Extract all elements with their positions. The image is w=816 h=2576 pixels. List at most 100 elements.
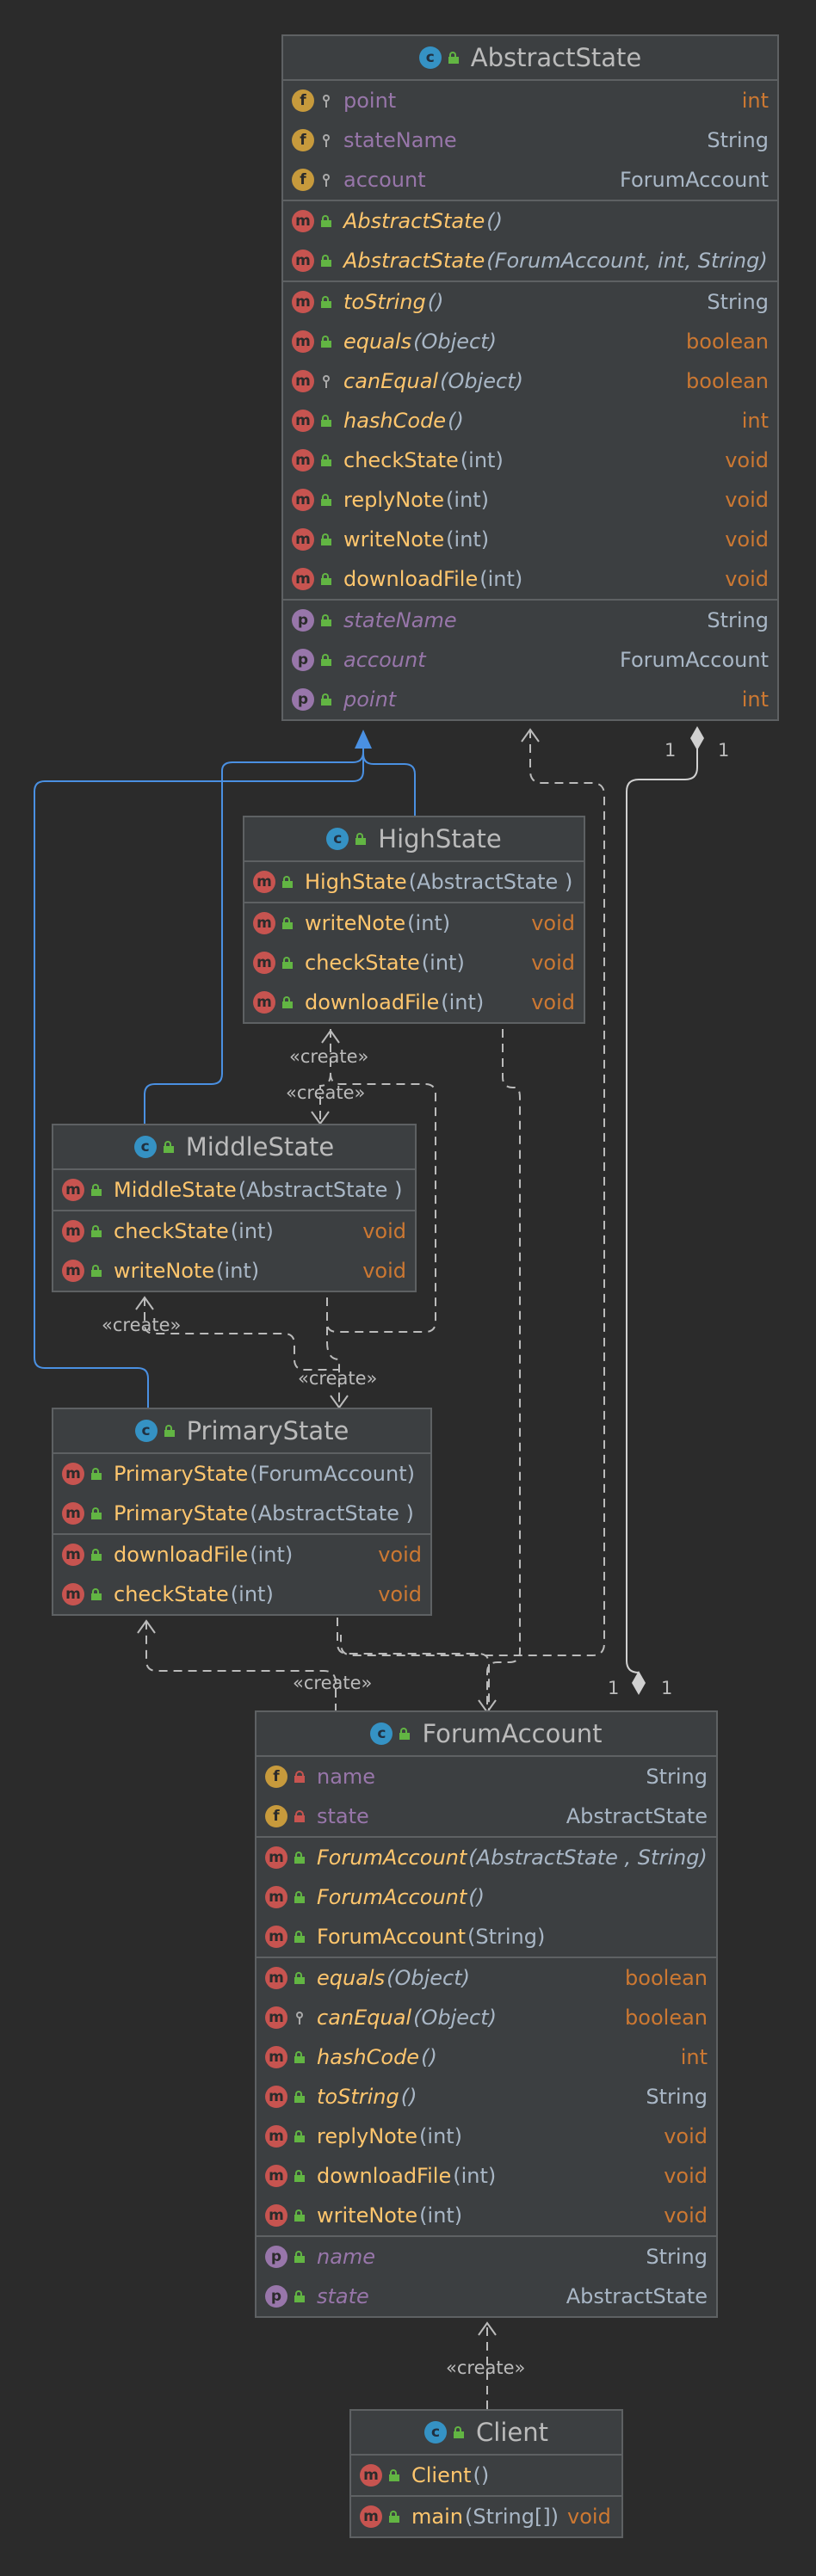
fields-section: f name String f state AbstractState xyxy=(257,1757,716,1838)
field-row[interactable]: f account ForumAccount xyxy=(283,160,777,200)
constructor-row[interactable]: m AbstractState (ForumAccount, int, String… xyxy=(283,241,777,280)
property-name: point xyxy=(343,687,397,712)
constructor-name: ForumAccount xyxy=(317,1846,467,1870)
property-row[interactable]: p name String xyxy=(257,2237,716,2277)
method-return-type: void xyxy=(531,990,575,1014)
method-row[interactable]: m checkState (int) void xyxy=(283,441,777,480)
property-row[interactable]: p point int xyxy=(283,680,777,719)
method-row[interactable]: m equals (Object) boolean xyxy=(257,1958,716,1998)
method-icon: m xyxy=(265,2086,287,2108)
public-lock-icon xyxy=(294,1931,305,1943)
class-header: c AbstractState xyxy=(283,36,777,81)
property-row[interactable]: p state AbstractState xyxy=(257,2277,716,2316)
method-row[interactable]: m writeNote (int) void xyxy=(257,2196,716,2235)
method-icon: m xyxy=(292,528,314,551)
class-box-abstractstate[interactable]: c AbstractState f point int f stateName Stri… xyxy=(281,34,779,721)
method-row[interactable]: m replyNote (int) void xyxy=(257,2117,716,2156)
field-type: String xyxy=(707,128,769,152)
method-row[interactable]: m hashCode() int xyxy=(257,2037,716,2077)
field-icon: f xyxy=(265,1805,287,1827)
public-lock-icon xyxy=(448,52,459,64)
field-row[interactable]: f state AbstractState xyxy=(257,1796,716,1836)
method-args: (int) xyxy=(419,2124,463,2148)
method-icon: m xyxy=(292,489,314,511)
public-lock-icon xyxy=(163,1141,174,1153)
methods-section: m checkState (int) void m writeNote (int) void xyxy=(53,1211,415,1291)
public-lock-icon xyxy=(91,1468,102,1480)
method-args: (int) xyxy=(421,951,465,975)
field-row[interactable]: f point int xyxy=(283,81,777,120)
create-label: «create» xyxy=(293,1673,373,1693)
method-args: (int) xyxy=(453,2164,497,2188)
method-icon: m xyxy=(62,1463,84,1485)
method-row[interactable]: m canEqual (Object) boolean xyxy=(283,361,777,401)
method-row[interactable]: m writeNote (int) void xyxy=(244,903,584,943)
method-icon: m xyxy=(292,410,314,432)
public-lock-icon xyxy=(282,996,293,1008)
public-lock-icon xyxy=(282,876,293,888)
constructor-row[interactable]: m ForumAccount (String) xyxy=(257,1917,716,1957)
public-lock-icon xyxy=(355,833,367,845)
method-row[interactable]: m writeNote (int) void xyxy=(283,520,777,559)
dependency-primarystate-forumaccount xyxy=(337,1618,490,1712)
constructor-row[interactable]: m PrimaryState (AbstractState ) xyxy=(53,1494,430,1533)
method-row[interactable]: m replyNote (int) void xyxy=(283,480,777,520)
method-row[interactable]: m downloadFile (int) void xyxy=(283,559,777,599)
method-row[interactable]: m writeNote (int) void xyxy=(53,1251,415,1291)
method-row[interactable]: m checkState (int) void xyxy=(244,943,584,983)
constructor-args: (ForumAccount, int, String) xyxy=(486,249,768,273)
inheritance-edge-highstate xyxy=(362,733,416,816)
public-lock-icon xyxy=(282,957,293,969)
constructor-row[interactable]: m AbstractState() xyxy=(283,201,777,241)
method-return-type: boolean xyxy=(625,2006,708,2030)
constructor-row[interactable]: m Client() xyxy=(351,2456,621,2495)
public-lock-icon xyxy=(321,454,331,466)
class-box-primarystate[interactable]: c PrimaryState m PrimaryState (ForumAccoun… xyxy=(52,1408,432,1616)
abstract-class-icon: c xyxy=(418,46,442,69)
public-lock-icon xyxy=(399,1728,411,1740)
class-box-highstate[interactable]: c HighState m HighState (AbstractState ) m… xyxy=(243,816,585,1024)
method-row[interactable]: m downloadFile (int) void xyxy=(244,983,584,1022)
property-icon: p xyxy=(265,2246,287,2268)
constructor-row[interactable]: m ForumAccount (AbstractState , String) xyxy=(257,1838,716,1877)
constructor-row[interactable]: m ForumAccount() xyxy=(257,1877,716,1917)
property-row[interactable]: p stateName String xyxy=(283,601,777,640)
method-return-type: int xyxy=(741,409,769,433)
method-args: (int) xyxy=(250,1543,294,1567)
constructor-row[interactable]: m HighState (AbstractState ) xyxy=(244,862,584,902)
composition-edge xyxy=(626,745,698,1673)
constructor-args: () xyxy=(473,2463,490,2487)
method-return-type: void xyxy=(362,1219,406,1243)
method-row[interactable]: m equals (Object) boolean xyxy=(283,322,777,361)
method-args: () xyxy=(427,290,444,314)
method-name: writeNote xyxy=(343,527,445,552)
constructor-row[interactable]: m MiddleState (AbstractState ) xyxy=(53,1170,415,1210)
method-args: () xyxy=(421,2045,437,2069)
method-row[interactable]: m checkState (int) void xyxy=(53,1211,415,1251)
class-header: c HighState xyxy=(244,817,584,862)
field-row[interactable]: f stateName String xyxy=(283,120,777,160)
method-row[interactable]: m main (String[]) void xyxy=(351,2497,621,2536)
method-row[interactable]: m canEqual (Object) boolean xyxy=(257,1998,716,2037)
public-lock-icon xyxy=(321,693,331,706)
method-args: () xyxy=(400,2085,417,2109)
property-row[interactable]: p account ForumAccount xyxy=(283,640,777,680)
method-row[interactable]: m toString() String xyxy=(283,282,777,322)
class-box-client[interactable]: c Client m Client() m main (String[]) void xyxy=(349,2409,623,2538)
class-box-forumaccount[interactable]: c ForumAccount f name String f state Abstrac… xyxy=(255,1710,718,2318)
method-args: (Object) xyxy=(413,2006,497,2030)
method-args: (int) xyxy=(441,990,485,1014)
composition-diamond-top xyxy=(690,726,704,750)
method-row[interactable]: m downloadFile (int) void xyxy=(53,1535,430,1575)
method-icon: m xyxy=(62,1220,84,1242)
method-row[interactable]: m checkState (int) void xyxy=(53,1575,430,1614)
constructor-row[interactable]: m PrimaryState (ForumAccount) xyxy=(53,1454,430,1494)
method-row[interactable]: m hashCode() int xyxy=(283,401,777,441)
field-row[interactable]: f name String xyxy=(257,1757,716,1796)
method-icon: m xyxy=(292,291,314,313)
constructor-name: Client xyxy=(411,2463,472,2487)
class-box-middlestate[interactable]: c MiddleState m MiddleState (AbstractState… xyxy=(52,1124,417,1292)
method-row[interactable]: m downloadFile (int) void xyxy=(257,2156,716,2196)
method-row[interactable]: m toString() String xyxy=(257,2077,716,2117)
method-icon: m xyxy=(253,991,275,1014)
